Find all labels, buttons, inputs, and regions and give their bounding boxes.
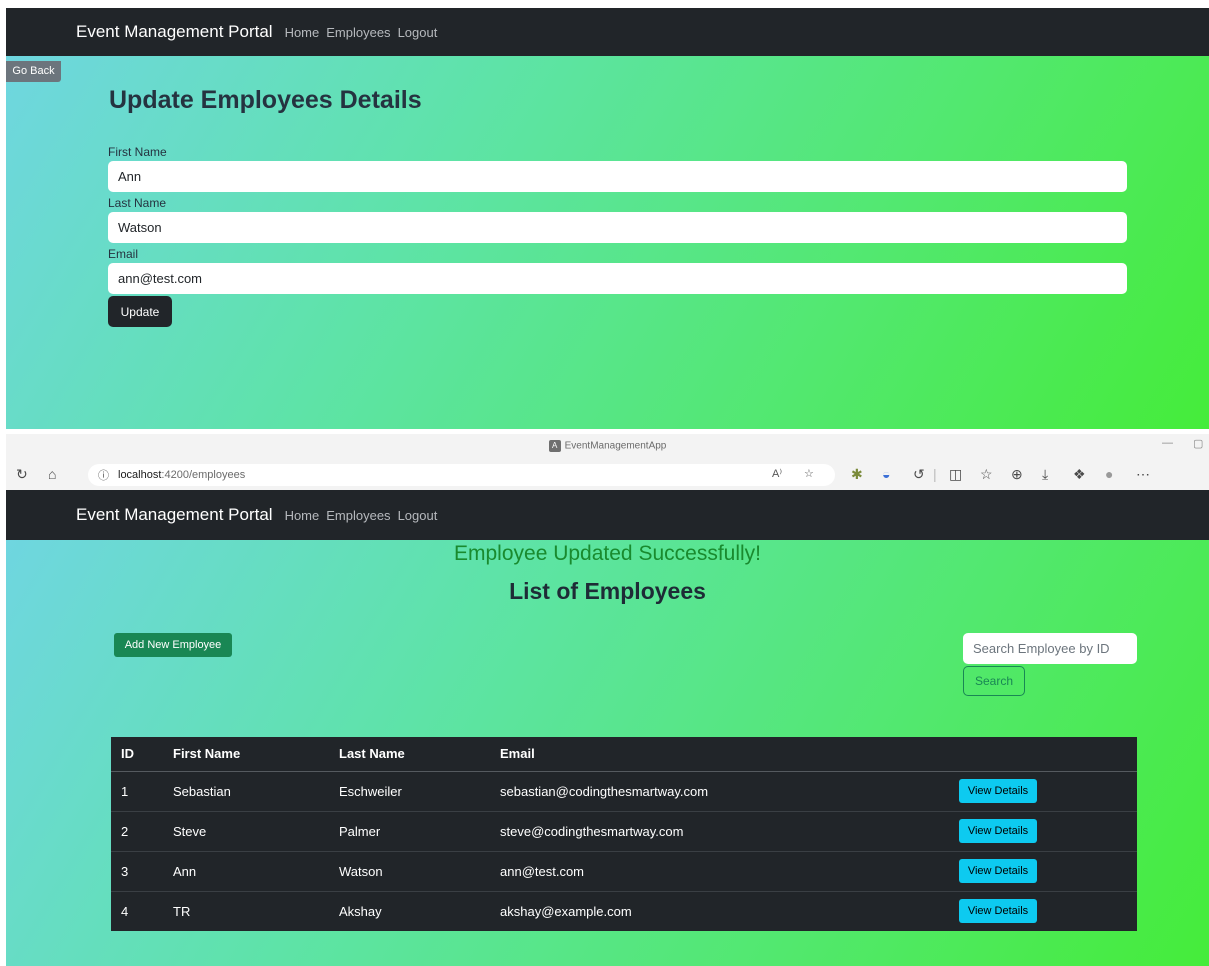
- table-header-row: ID First Name Last Name Email: [111, 737, 1137, 772]
- url-path: :4200/employees: [161, 469, 246, 481]
- cell-last-name: Eschweiler: [329, 771, 490, 812]
- read-aloud-icon[interactable]: A⁾: [772, 467, 782, 480]
- cell-last-name: Palmer: [329, 811, 490, 852]
- copilot-icon[interactable]: ↺: [913, 466, 925, 483]
- update-form-area: Go Back Update Employees Details First N…: [6, 56, 1209, 429]
- last-name-label: Last Name: [108, 196, 167, 210]
- address-bar[interactable]: ⓘ localhost:4200/employees A⁾ ☆: [88, 464, 835, 486]
- column-header-actions: [949, 737, 1137, 772]
- add-employee-button[interactable]: Add New Employee: [114, 633, 232, 657]
- cell-actions: View Details: [949, 771, 1137, 812]
- go-back-button[interactable]: Go Back: [6, 61, 61, 82]
- cell-email: akshay@example.com: [500, 903, 632, 919]
- page-title: Update Employees Details: [109, 86, 422, 114]
- page-title: List of Employees: [509, 578, 706, 604]
- view-details-button[interactable]: View Details: [959, 899, 1037, 924]
- search-input[interactable]: [963, 633, 1137, 664]
- minimize-icon[interactable]: —: [1162, 437, 1173, 449]
- first-name-label: First Name: [108, 145, 167, 159]
- table-row: 2 Steve Palmer steve@codingthesmartway.c…: [111, 811, 1137, 852]
- collections-icon[interactable]: ⊕: [1011, 466, 1023, 483]
- nav-home-link[interactable]: Home: [285, 508, 320, 523]
- nav-logout-link[interactable]: Logout: [398, 25, 438, 40]
- cell-email: sebastian@codingthesmartway.com: [490, 771, 949, 812]
- column-header-email: Email: [490, 737, 949, 772]
- employee-list-area: Employee Updated Successfully! List of E…: [6, 540, 1209, 966]
- email-label: Email: [108, 247, 139, 261]
- cell-last-name: Akshay: [339, 903, 382, 919]
- cell-id: 1: [111, 771, 163, 812]
- extension-icon[interactable]: ❖: [1073, 466, 1086, 483]
- window-title: A EventManagementApp: [6, 440, 1209, 452]
- view-details-button[interactable]: View Details: [959, 779, 1037, 803]
- cell-actions: View Details: [949, 811, 1137, 852]
- view-details-button[interactable]: View Details: [959, 819, 1037, 843]
- nav-employees-link[interactable]: Employees: [326, 25, 390, 40]
- navbar: Event Management Portal Home Employees L…: [6, 8, 1209, 56]
- cell-id: 2: [111, 811, 163, 852]
- cell-email: ann@test.com: [490, 851, 949, 892]
- window-title-text: EventManagementApp: [564, 440, 667, 452]
- cell-first-name: TR: [173, 903, 191, 919]
- column-header-last-name: Last Name: [329, 737, 490, 772]
- url-host: localhost: [118, 469, 162, 481]
- cell-actions: View Details: [949, 851, 1137, 892]
- extension-icon[interactable]: ✱: [851, 466, 863, 483]
- navbar: Event Management Portal Home Employees L…: [6, 490, 1209, 540]
- favorites-icon[interactable]: ☆: [980, 466, 993, 483]
- view-details-button[interactable]: View Details: [959, 859, 1037, 883]
- browser-chrome: A EventManagementApp — ▢ ↻ ⌂ ⓘ localhost:…: [6, 434, 1209, 490]
- home-icon[interactable]: ⌂: [48, 466, 56, 482]
- table-row: 4 TR Akshay akshay@example.com View Deta…: [111, 891, 1137, 931]
- cell-email: steve@codingthesmartway.com: [490, 811, 949, 852]
- info-icon[interactable]: ⓘ: [98, 467, 109, 483]
- search-button[interactable]: Search: [963, 666, 1025, 696]
- angular-icon: A: [548, 440, 561, 452]
- restore-icon[interactable]: ▢: [1193, 437, 1203, 450]
- cell-first-name: Sebastian: [163, 771, 329, 812]
- cell-last-name: Watson: [329, 851, 490, 892]
- table-row: 1 Sebastian Eschweiler sebastian@codingt…: [111, 771, 1137, 812]
- table-row: 3 Ann Watson ann@test.com View Details: [111, 851, 1137, 892]
- cell-id: 4: [121, 903, 129, 919]
- download-icon[interactable]: ⤓: [1042, 466, 1048, 483]
- profile-icon[interactable]: ●: [1105, 466, 1113, 482]
- update-button[interactable]: Update: [108, 296, 172, 327]
- success-message: Employee Updated Successfully!: [454, 542, 761, 565]
- favorite-star-icon[interactable]: ☆: [804, 467, 814, 480]
- cell-id: 3: [111, 851, 163, 892]
- column-header-first-name: First Name: [163, 737, 329, 772]
- brand-link[interactable]: Event Management Portal: [76, 22, 273, 42]
- more-icon[interactable]: ⋯: [1136, 466, 1150, 483]
- update-employee-panel: Event Management Portal Home Employees L…: [6, 8, 1209, 429]
- email-field[interactable]: [108, 263, 1127, 294]
- extension-icon[interactable]: ◒: [882, 466, 890, 482]
- cell-first-name: Steve: [163, 811, 329, 852]
- refresh-icon[interactable]: ↻: [16, 466, 28, 483]
- toolbar-divider: |: [933, 466, 937, 482]
- nav-home-link[interactable]: Home: [285, 25, 320, 40]
- split-screen-icon[interactable]: ◫: [949, 466, 962, 483]
- cell-first-name: Ann: [163, 851, 329, 892]
- employee-list-panel: Event Management Portal Home Employees L…: [6, 490, 1209, 966]
- cell-actions: View Details: [949, 891, 1137, 931]
- brand-link[interactable]: Event Management Portal: [76, 505, 273, 525]
- first-name-field[interactable]: [108, 161, 1127, 192]
- nav-logout-link[interactable]: Logout: [398, 508, 438, 523]
- employee-table: ID First Name Last Name Email 1 Sebastia…: [111, 737, 1137, 931]
- nav-employees-link[interactable]: Employees: [326, 508, 390, 523]
- last-name-field[interactable]: [108, 212, 1127, 243]
- column-header-id: ID: [111, 737, 163, 772]
